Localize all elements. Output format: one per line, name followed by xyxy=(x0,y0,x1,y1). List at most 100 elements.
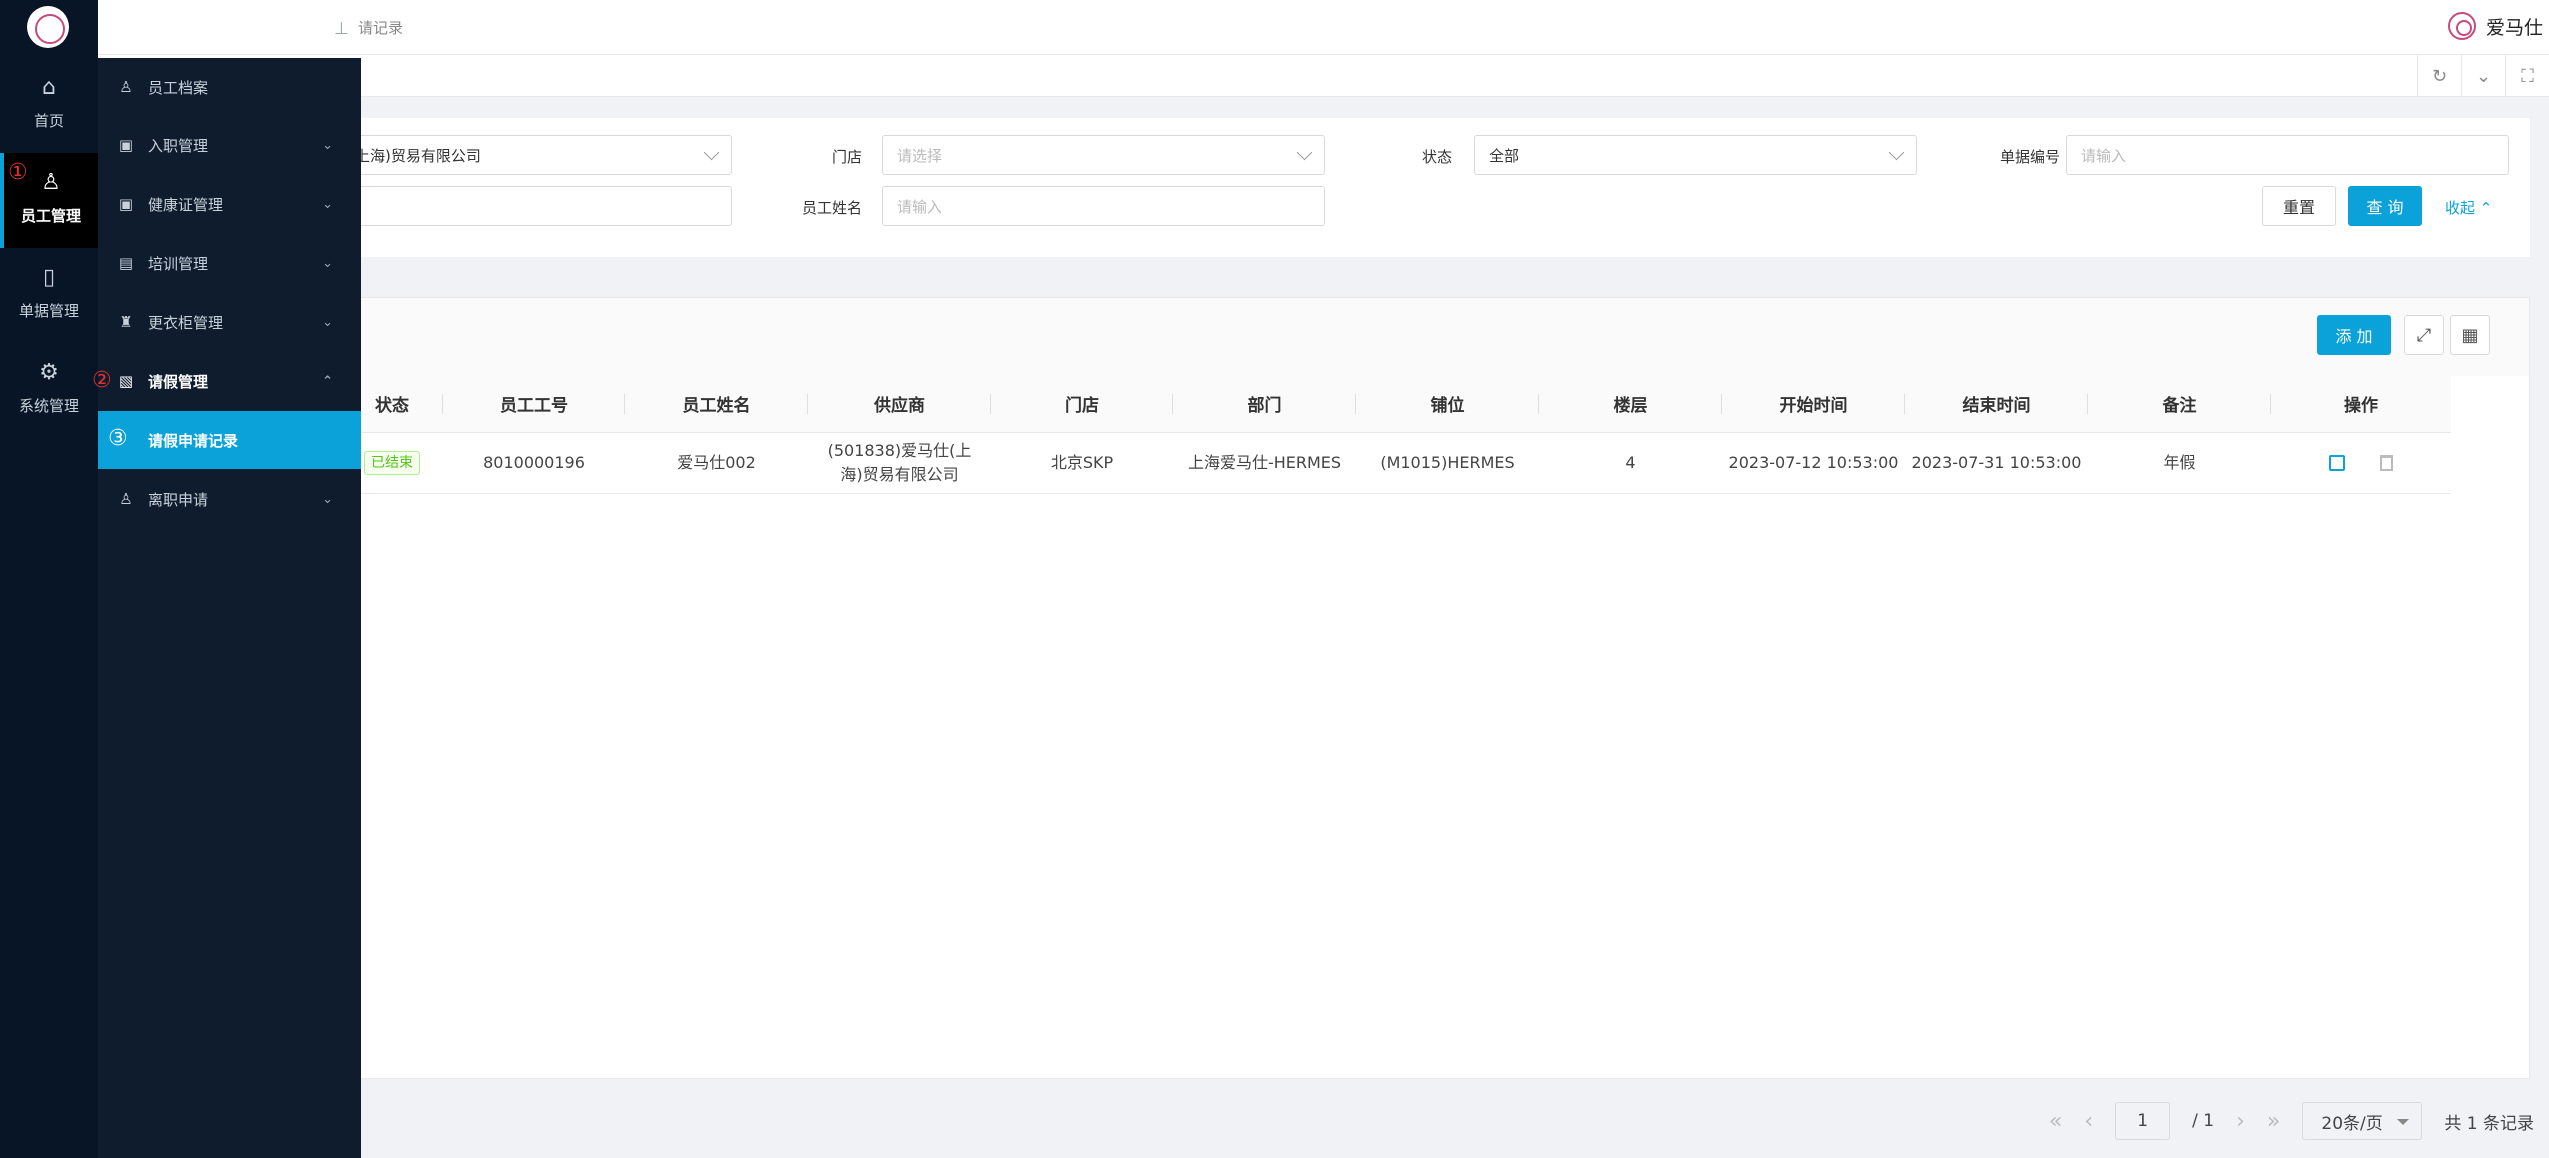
cell-floor: 4 xyxy=(1539,432,1722,494)
next-page-icon[interactable]: › xyxy=(2236,1109,2245,1134)
page-size-select[interactable]: 20条/页 xyxy=(2302,1102,2423,1140)
status-label: 状态 xyxy=(1421,148,1452,166)
employee-name-placeholder: 请输入 xyxy=(897,197,943,216)
status-select-value: 全部 xyxy=(1489,146,1520,165)
brand-name: SKP0NE xyxy=(98,13,191,39)
chevron-down-icon: ⌄ xyxy=(322,314,333,330)
prev-page-icon[interactable]: ‹ xyxy=(2084,1109,2093,1134)
edit-icon[interactable] xyxy=(2328,455,2345,471)
expand-icon[interactable]: ⤢ xyxy=(2404,315,2444,355)
refresh-icon[interactable]: ↻ xyxy=(2417,55,2461,97)
fullscreen-icon[interactable]: ⛶ xyxy=(2505,55,2549,97)
reset-button[interactable]: 重置 xyxy=(2262,186,2336,226)
column-header-dept: 部门 xyxy=(1173,376,1356,433)
submenu-item-label: 培训管理 xyxy=(148,254,209,273)
cell-booth: (M1015)HERMES xyxy=(1356,432,1539,494)
chevron-down-icon xyxy=(1296,144,1313,161)
submenu-item-locker[interactable]: ♜ 更衣柜管理 ⌄ xyxy=(98,293,361,351)
cell-actions xyxy=(2271,432,2451,494)
submenu-item-resignation[interactable]: ♙ 离职申请 ⌄ xyxy=(98,470,361,528)
document-icon: ▯ xyxy=(42,265,56,290)
status-badge: 已结束 xyxy=(364,451,420,475)
chevron-down-icon: ⌄ xyxy=(322,196,333,212)
pin-icon[interactable]: ⊥ xyxy=(334,19,349,39)
leave-record-table: 状态 员工工号 员工姓名 供应商 门店 部门 铺位 楼层 开始时间 结束时间 备… xyxy=(341,376,2451,494)
cell-supplier: (501838)爱马仕(上海)贸易有限公司 xyxy=(808,432,991,494)
submenu-item-employee-archive[interactable]: ♙ 员工档案 xyxy=(98,58,361,116)
submenu-item-label: 员工档案 xyxy=(148,78,209,97)
total-pages: / 1 xyxy=(2192,1111,2215,1131)
top-header: 请记录 爱马仕 xyxy=(0,0,2549,55)
column-header-store: 门店 xyxy=(991,376,1173,433)
supplier-select[interactable]: 上海)贸易有限公司 xyxy=(340,135,732,175)
first-page-icon[interactable]: « xyxy=(2049,1109,2062,1134)
home-icon: ⌂ xyxy=(42,75,56,100)
brand-header: SKP0NE ⊥ xyxy=(0,0,361,58)
filter-panel: 上海)贸易有限公司 门店 请选择 状态 全部 单据编号 请输入 员工姓名 请输入… xyxy=(340,118,2530,257)
chevron-down-icon: ⌄ xyxy=(322,255,333,271)
leave-doc-icon: ▧ xyxy=(118,372,134,390)
submenu-item-leave-management[interactable]: ▧ 请假管理 ⌃ xyxy=(98,352,361,410)
add-button[interactable]: 添 加 xyxy=(2317,315,2391,355)
last-page-icon[interactable]: » xyxy=(2267,1109,2280,1134)
pagination: « ‹ 1 / 1 › » 20条/页 共 1 条记录 xyxy=(2049,1101,2534,1141)
chevron-down-icon xyxy=(703,144,720,161)
collapse-link-label: 收起 xyxy=(2445,199,2476,217)
nav-system-management[interactable]: ⚙ 系统管理 xyxy=(0,343,98,438)
status-select[interactable]: 全部 xyxy=(1474,135,1917,175)
delete-icon[interactable] xyxy=(2380,455,2394,471)
table-row[interactable]: 已结束 8010000196 爱马仕002 (501838)爱马仕(上海)贸易有… xyxy=(341,432,2451,494)
chevron-up-icon: ⌃ xyxy=(322,373,333,389)
id-card-icon: ▣ xyxy=(118,195,134,213)
column-header-emp-no: 员工工号 xyxy=(443,376,625,433)
nav-label: 员工管理 xyxy=(20,207,81,225)
table-header-row: 状态 员工工号 员工姓名 供应商 门店 部门 铺位 楼层 开始时间 结束时间 备… xyxy=(341,376,2451,433)
nav-label: 单据管理 xyxy=(18,302,79,320)
submenu-item-health-cert[interactable]: ▣ 健康证管理 ⌄ xyxy=(98,175,361,233)
collapse-link[interactable]: 收起 ⌃ xyxy=(2445,197,2492,218)
doc-no-label: 单据编号 xyxy=(1999,148,2060,166)
cell-remark: 年假 xyxy=(2088,432,2271,494)
submenu-item-onboarding[interactable]: ▣ 入职管理 ⌄ xyxy=(98,116,361,174)
column-header-supplier: 供应商 xyxy=(808,376,991,433)
user-avatar-icon xyxy=(2447,12,2476,40)
column-header-end: 结束时间 xyxy=(1905,376,2088,433)
brand-logo xyxy=(27,6,69,48)
table-toolbar: 添 加 ⤢ ▦ xyxy=(341,298,2529,376)
doc-no-input[interactable]: 请输入 xyxy=(2066,135,2509,175)
nav-document-management[interactable]: ▯ 单据管理 xyxy=(0,248,98,343)
calendar-icon: ▤ xyxy=(118,254,134,272)
shirt-icon: ♜ xyxy=(119,313,133,331)
user-menu[interactable]: 爱马仕 xyxy=(2447,12,2543,40)
submenu-item-label: 健康证管理 xyxy=(148,195,224,214)
nav-home[interactable]: ⌂ 首页 xyxy=(0,58,98,153)
page-number-input[interactable]: 1 xyxy=(2115,1102,2171,1140)
chevron-down-icon: ⌄ xyxy=(322,137,333,153)
query-button[interactable]: 查 询 xyxy=(2348,186,2422,226)
id-card-icon: ▣ xyxy=(118,136,134,154)
gear-icon: ⚙ xyxy=(39,360,59,385)
breadcrumb[interactable]: 请记录 xyxy=(358,17,403,38)
doc-no-placeholder: 请输入 xyxy=(2081,146,2127,165)
cell-store: 北京SKP xyxy=(991,432,1173,494)
column-header-actions: 操作 xyxy=(2271,376,2451,433)
column-header-start: 开始时间 xyxy=(1722,376,1905,433)
chevron-down-icon[interactable]: ⌄ xyxy=(2461,55,2505,97)
user-search-icon: ♙ xyxy=(119,78,133,96)
user-name: 爱马仕 xyxy=(2485,16,2543,39)
employee-name-input[interactable]: 请输入 xyxy=(882,186,1325,226)
user-remove-icon: ♙ xyxy=(119,490,133,508)
submenu-item-label: 离职申请 xyxy=(148,490,209,509)
store-select[interactable]: 请选择 xyxy=(882,135,1325,175)
store-select-placeholder: 请选择 xyxy=(897,146,943,165)
submenu-item-training[interactable]: ▤ 培训管理 ⌄ xyxy=(98,234,361,292)
submenu-panel: ♙ 员工档案 ▣ 入职管理 ⌄ ▣ 健康证管理 ⌄ ▤ 培训管理 ⌄ ♜ 更衣柜… xyxy=(98,58,361,1158)
tab-bar: ↻ ⌄ ⛶ xyxy=(0,55,2549,97)
nav-label: 系统管理 xyxy=(18,397,79,415)
column-settings-icon[interactable]: ▦ xyxy=(2450,315,2490,355)
submenu-item-label: 请假申请记录 xyxy=(148,431,239,450)
submenu-item-leave-records[interactable]: 请假申请记录 xyxy=(98,411,361,469)
filter-input-left[interactable] xyxy=(340,186,732,226)
chevron-down-icon xyxy=(1888,144,1905,161)
submenu-item-label: 更衣柜管理 xyxy=(148,313,224,332)
